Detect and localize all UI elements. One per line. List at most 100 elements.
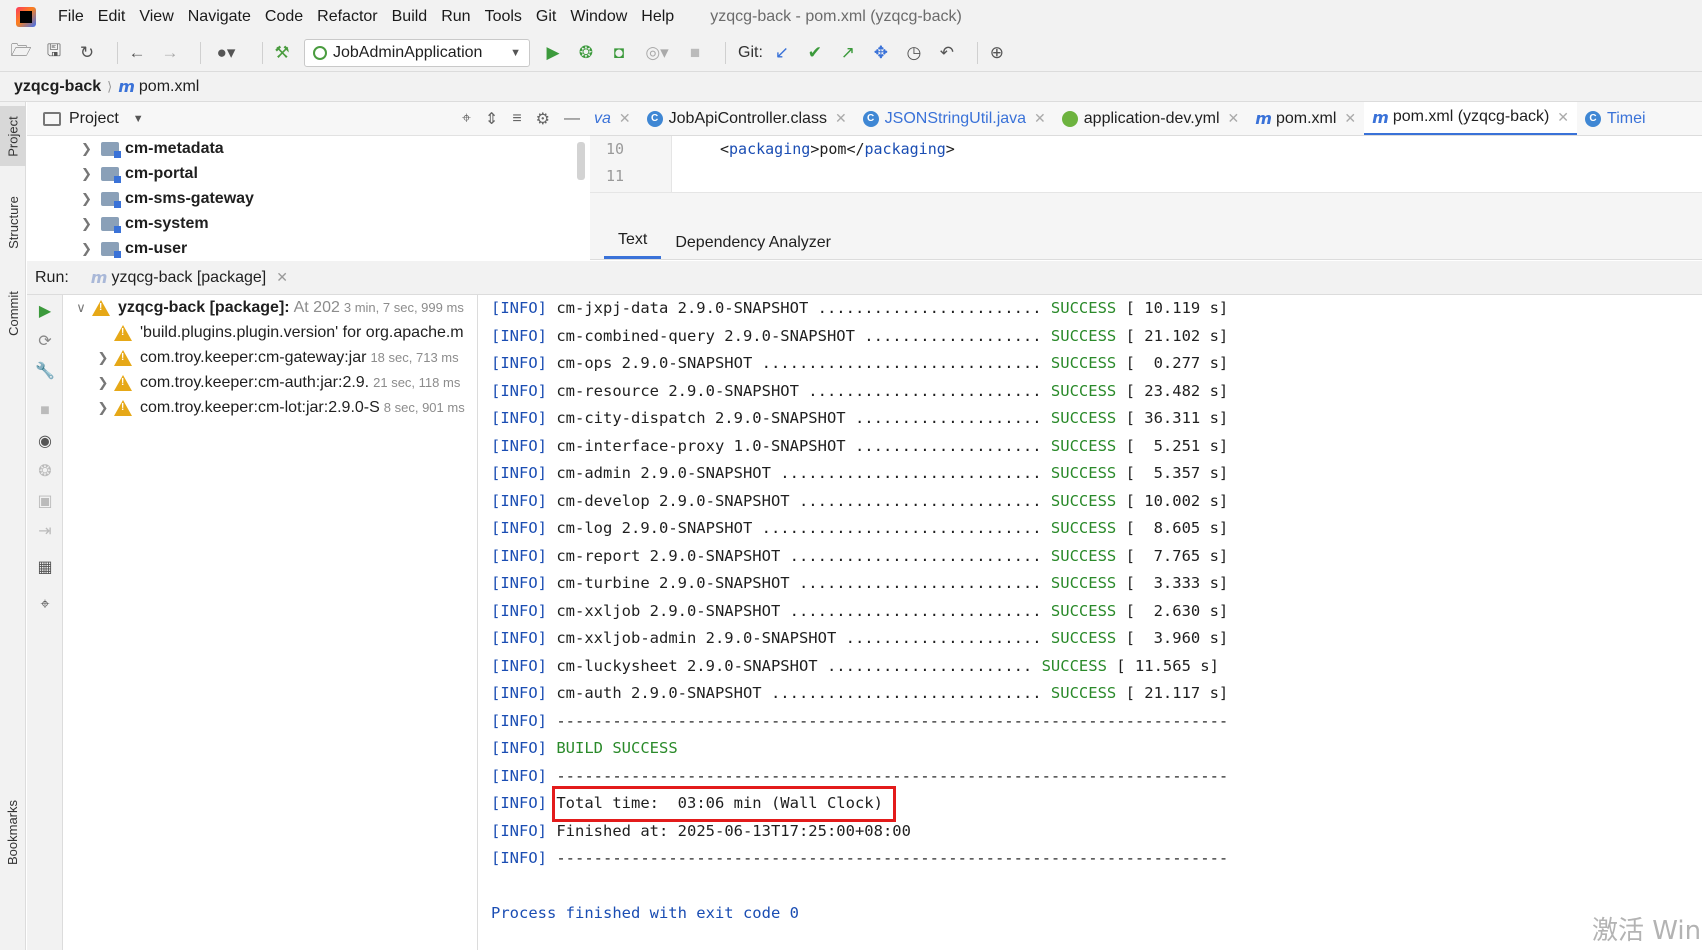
editor-tab-pom-active[interactable]: m pom.xml (yzqcg-back) ✕ [1364,102,1578,135]
project-panel-title[interactable]: Project [69,110,119,128]
pin-icon[interactable]: ⌖ [35,595,55,615]
tree-node[interactable]: ❯ cm-portal [27,161,590,186]
close-icon[interactable]: ✕ [276,269,288,286]
forward-arrow-icon[interactable]: → [159,42,181,64]
user-icon[interactable]: ●▾ [209,42,243,64]
console-output[interactable]: [INFO] cm-jxpj-data 2.9.0-SNAPSHOT .....… [479,295,1702,950]
coverage-icon[interactable]: ◘ [608,42,630,64]
run-tree-item[interactable]: ❯ com.troy.keeper:cm-lot:jar:2.9.0-S 8 s… [64,395,477,420]
chevron-right-icon[interactable]: ❯ [81,141,101,157]
menu-code[interactable]: Code [265,8,303,26]
menu-view[interactable]: View [139,8,173,26]
stop-icon[interactable]: ■ [684,42,706,64]
editor-tab-application-dev[interactable]: application-dev.yml ✕ [1054,102,1248,135]
hide-icon[interactable]: — [564,110,580,128]
run-play-icon[interactable]: ▶ [542,42,564,64]
rerun-icon[interactable]: ▶ [35,301,55,321]
menu-help[interactable]: Help [641,8,674,26]
editor-tab-pom[interactable]: m pom.xml ✕ [1247,102,1364,135]
run-tree-item[interactable]: ❯ com.troy.keeper:cm-gateway:jar 18 sec,… [64,345,477,370]
close-icon[interactable]: ✕ [1557,109,1569,126]
sync-icon[interactable]: ↻ [76,42,98,64]
expand-all-icon[interactable]: ⇕ [485,109,498,129]
debug-bug-icon[interactable]: ❂ [575,42,597,64]
menu-tools[interactable]: Tools [485,8,522,26]
yaml-config-icon [1061,110,1078,127]
editor-tab-timei[interactable]: C Timei [1577,102,1654,135]
menu-build[interactable]: Build [392,8,428,26]
run-tree-item[interactable]: 'build.plugins.plugin.version' for org.a… [64,320,477,345]
chevron-right-icon[interactable]: ❯ [92,400,114,416]
debug-icon[interactable]: ❂ [35,461,55,481]
module-name: cm-turbine 2.9.0-SNAPSHOT ..............… [547,574,1051,592]
git-merge-icon[interactable]: ✥ [870,42,892,64]
layout-icon[interactable]: ▦ [35,557,55,577]
tool-tab-structure[interactable]: Structure [0,182,26,262]
tree-node[interactable]: ❯ cm-metadata [27,136,590,161]
tab-text[interactable]: Text [604,231,662,259]
collapse-all-icon[interactable]: ≡ [512,110,521,128]
close-icon[interactable]: ✕ [1344,110,1356,127]
git-push-icon[interactable]: ↗ [837,42,859,64]
project-tree-scrollbar[interactable] [577,142,585,180]
chevron-right-icon[interactable]: ❯ [92,350,114,366]
git-history-icon[interactable]: ◷ [903,42,925,64]
camera-icon[interactable]: ▣ [35,491,55,511]
editor-tab-jobapicontroller[interactable]: C JobApiController.class ✕ [639,102,855,135]
process-finished: Process finished with exit code 0 [491,904,799,922]
locate-icon[interactable]: ⌖ [462,110,471,128]
code-line[interactable]: <packaging>pom</packaging> [720,140,955,158]
close-icon[interactable]: ✕ [1228,110,1240,127]
run-tab[interactable]: m yzqcg-back [package] ✕ [91,268,288,287]
exit-icon[interactable]: ⇥ [35,521,55,541]
menu-window[interactable]: Window [570,8,627,26]
tool-tab-bookmarks[interactable]: Bookmarks [0,792,26,872]
chevron-down-icon[interactable]: ▼ [133,113,144,125]
tree-node[interactable]: ❯ cm-user [27,236,590,261]
git-update-icon[interactable]: ↙ [771,42,793,64]
save-all-icon[interactable]: 🖫 [43,41,65,64]
info-tag: [INFO] [491,381,547,400]
gear-icon[interactable]: ⚙ [536,109,550,129]
run-configuration-select[interactable]: JobAdminApplication ▼ [304,38,530,67]
chevron-right-icon[interactable]: ❯ [81,241,101,257]
eye-icon[interactable]: ◉ [35,431,55,451]
back-arrow-icon[interactable]: ← [126,42,148,64]
menu-run[interactable]: Run [441,8,470,26]
menu-edit[interactable]: Edit [98,8,126,26]
rerun-failed-icon[interactable]: ⟳ [35,331,55,351]
tool-tab-commit[interactable]: Commit [0,280,26,346]
editor-tab-jsonstringutil[interactable]: C JSONStringUtil.java ✕ [855,102,1054,135]
run-tree-item[interactable]: ❯ com.troy.keeper:cm-auth:jar:2.9. 21 se… [64,370,477,395]
menu-git[interactable]: Git [536,8,556,26]
module-result-line: [INFO] cm-xxljob 2.9.0-SNAPSHOT ........… [479,598,1702,626]
chevron-right-icon[interactable]: ❯ [81,216,101,232]
breadcrumb-file[interactable]: pom.xml [139,78,199,96]
profile-icon[interactable]: ◎▾ [641,42,673,64]
git-rollback-icon[interactable]: ↶ [936,42,958,64]
chevron-down-icon[interactable]: ∨ [70,300,92,316]
run-tree-root[interactable]: ∨ yzqcg-back [package]: At 202 3 min, 7 … [64,295,477,320]
git-commit-icon[interactable]: ✔ [804,42,826,64]
menu-file[interactable]: File [58,8,84,26]
wrench-icon[interactable]: 🔧 [35,361,55,381]
tree-node[interactable]: ❯ cm-system [27,211,590,236]
code-editor[interactable]: 10 11 <packaging>pom</packaging> [590,136,1702,192]
open-folder-icon[interactable]: 🗁 [10,41,32,64]
tree-node[interactable]: ❯ cm-sms-gateway [27,186,590,211]
tab-dependency-analyzer[interactable]: Dependency Analyzer [661,234,845,259]
close-icon[interactable]: ✕ [1034,110,1046,127]
close-icon[interactable]: ✕ [835,110,847,127]
menu-navigate[interactable]: Navigate [188,8,251,26]
close-icon[interactable]: ✕ [619,110,631,127]
breadcrumb-project[interactable]: yzqcg-back [14,78,101,96]
plugin-icon[interactable]: ⊕ [986,42,1008,64]
editor-tab-partial[interactable]: va ✕ [590,102,639,135]
chevron-right-icon[interactable]: ❯ [81,191,101,207]
build-hammer-icon[interactable]: ⚒ [271,42,293,64]
menu-refactor[interactable]: Refactor [317,8,377,26]
stop-icon[interactable]: ■ [35,401,55,421]
tool-tab-project[interactable]: Project [0,106,26,166]
chevron-right-icon[interactable]: ❯ [92,375,114,391]
chevron-right-icon[interactable]: ❯ [81,166,101,182]
